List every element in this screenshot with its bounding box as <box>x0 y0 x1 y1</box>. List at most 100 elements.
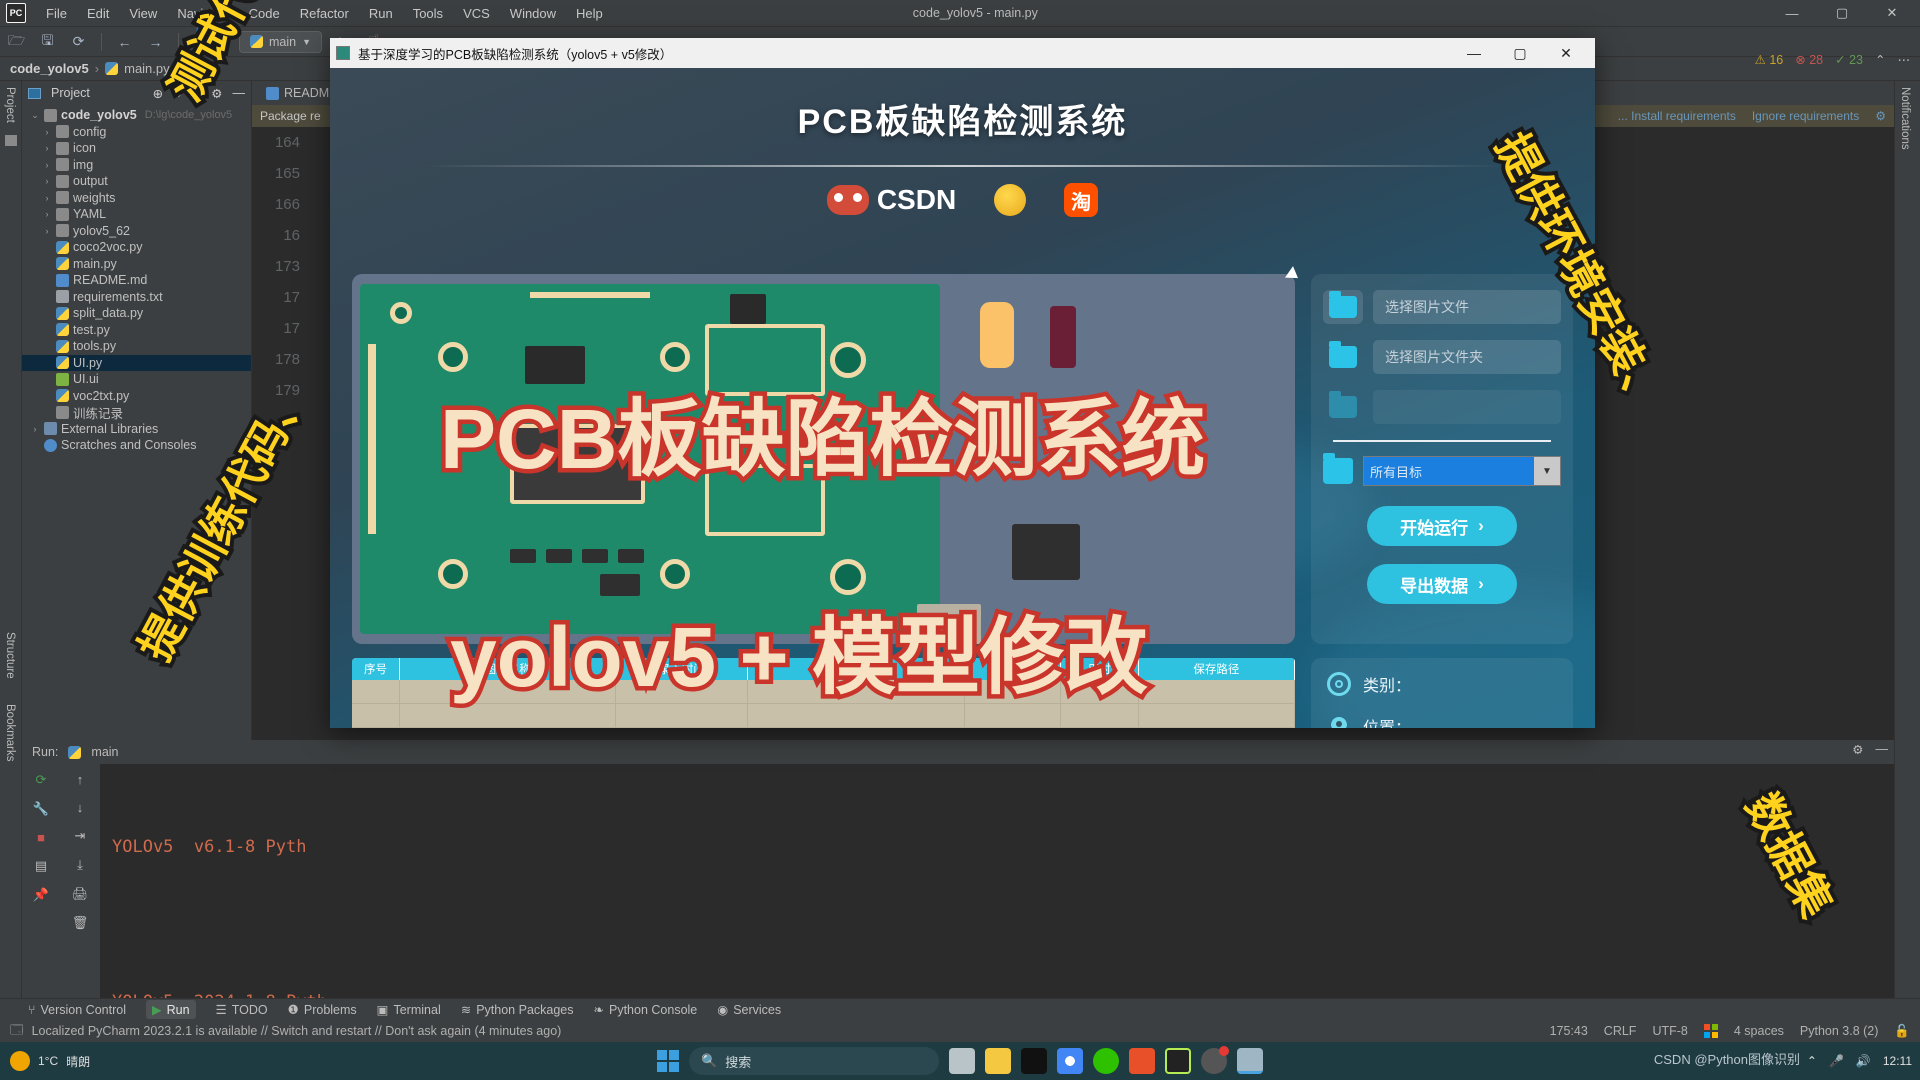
install-requirements-link[interactable]: ... Install requirements <box>1618 109 1736 123</box>
tree-item[interactable]: README.md <box>22 272 251 289</box>
interpreter-setting[interactable]: Python 3.8 (2) <box>1800 1024 1879 1038</box>
run-configuration-selector[interactable]: main ▼ <box>239 30 323 53</box>
target-filter-select[interactable]: 所有目标 ▼ <box>1363 456 1561 486</box>
tree-item[interactable]: requirements.txt <box>22 289 251 306</box>
run-panel-config[interactable]: main <box>91 745 118 759</box>
strip-bookmarks-label[interactable]: Bookmarks <box>0 698 20 768</box>
wechat-icon[interactable] <box>1093 1048 1119 1074</box>
start-run-button[interactable]: 开始运行 › <box>1367 506 1517 546</box>
menu-edit[interactable]: Edit <box>77 3 119 24</box>
extra-button[interactable] <box>1323 390 1363 424</box>
app-close-button[interactable]: ✕ <box>1543 38 1589 68</box>
app-maximize-button[interactable]: ▢ <box>1497 38 1543 68</box>
chevron-right-icon[interactable]: › <box>42 160 52 170</box>
tree-item[interactable]: coco2voc.py <box>22 239 251 256</box>
tree-item[interactable]: › YAML <box>22 206 251 223</box>
tool-version-control[interactable]: ⑂ Version Control <box>28 1003 126 1017</box>
notification-icon[interactable]: 🗔 <box>10 1021 24 1042</box>
tool-run[interactable]: ▶ Run <box>145 1000 196 1019</box>
chevron-down-icon[interactable]: ⌄ <box>30 110 40 121</box>
extra-input[interactable] <box>1373 390 1561 424</box>
tree-item[interactable]: test.py <box>22 322 251 339</box>
caret-position[interactable]: 175:43 <box>1550 1024 1588 1038</box>
file-explorer-icon[interactable] <box>985 1048 1011 1074</box>
down-icon[interactable]: ↓ <box>77 800 84 815</box>
windows-icon[interactable] <box>657 1050 679 1072</box>
save-icon[interactable]: 🖫 <box>39 32 56 50</box>
gear-icon[interactable]: ⚙ <box>1875 109 1886 123</box>
tree-item[interactable]: main.py <box>22 256 251 273</box>
image-folder-input[interactable]: 选择图片文件夹 <box>1373 340 1561 374</box>
sync-icon[interactable]: ⟳ <box>70 33 87 50</box>
tree-item[interactable]: › config <box>22 124 251 141</box>
menu-refactor[interactable]: Refactor <box>290 3 359 24</box>
back-icon[interactable]: ← <box>116 33 133 50</box>
tree-item[interactable]: › External Libraries <box>22 421 251 438</box>
menu-view[interactable]: View <box>119 3 167 24</box>
minimize-icon[interactable]: — <box>233 86 246 101</box>
chevron-right-icon[interactable]: › <box>42 226 52 236</box>
breadcrumb-project[interactable]: code_yolov5 <box>10 61 89 76</box>
stop-icon[interactable]: ■ <box>37 830 45 845</box>
chrome-icon[interactable] <box>1057 1048 1083 1074</box>
menu-run[interactable]: Run <box>359 3 403 24</box>
tool-terminal[interactable]: ▣ Terminal <box>377 1002 441 1018</box>
tool-problems[interactable]: ❶ Problems <box>288 1002 357 1018</box>
app-minimize-button[interactable]: — <box>1451 38 1497 68</box>
open-icon[interactable]: 🗁 <box>8 32 25 50</box>
rerun-icon[interactable]: ⟳ <box>36 772 47 788</box>
more-icon[interactable]: ⋯ <box>1898 52 1911 67</box>
wrench-icon[interactable]: 🔧 <box>33 801 49 817</box>
chevron-right-icon[interactable]: › <box>42 209 52 219</box>
tree-item[interactable]: Scratches and Consoles <box>22 437 251 454</box>
tree-item[interactable]: UI.py <box>22 354 251 371</box>
inspection-widget[interactable]: ⚠ 16 ⊗ 28 ✓ 23 ⌃ ⋯ <box>1755 52 1910 67</box>
weather-widget[interactable]: 1°C 晴朗 <box>10 1051 90 1071</box>
menu-file[interactable]: File <box>36 3 77 24</box>
tree-item[interactable]: voc2txt.py <box>22 388 251 405</box>
print-icon[interactable]: 🖨 <box>72 886 89 902</box>
ide-close-button[interactable]: ✕ <box>1874 5 1910 21</box>
clock-time[interactable]: 12:11 <box>1883 1054 1912 1068</box>
pycharm-icon[interactable] <box>1165 1048 1191 1074</box>
project-folder-icon[interactable] <box>4 134 17 146</box>
menu-vcs[interactable]: VCS <box>453 3 500 24</box>
layout-icon[interactable]: ▤ <box>35 858 47 874</box>
foxmail-icon[interactable] <box>1129 1048 1155 1074</box>
tree-item[interactable]: › yolov5_62 <box>22 223 251 240</box>
settings-icon[interactable]: ⚙ <box>1852 742 1863 757</box>
select-image-folder-button[interactable] <box>1323 340 1363 374</box>
strip-structure-label[interactable]: Structure <box>0 626 20 685</box>
line-separator[interactable]: CRLF <box>1604 1024 1637 1038</box>
tree-item[interactable]: tools.py <box>22 338 251 355</box>
chevron-right-icon[interactable]: › <box>42 127 52 137</box>
tool-python-packages[interactable]: ≋ Python Packages <box>461 1002 574 1018</box>
tree-item[interactable]: › img <box>22 157 251 174</box>
select-image-file-button[interactable] <box>1323 290 1363 324</box>
chevron-right-icon[interactable]: › <box>42 176 52 186</box>
up-icon[interactable]: ↑ <box>77 772 84 787</box>
chevron-up-icon[interactable]: ⌃ <box>1875 52 1885 67</box>
tree-item[interactable]: 训练记录 <box>22 404 251 421</box>
forward-icon[interactable]: → <box>147 33 164 50</box>
chevron-up-icon[interactable]: ⌃ <box>1807 1054 1817 1068</box>
menu-help[interactable]: Help <box>566 3 613 24</box>
chevron-right-icon[interactable]: › <box>42 143 52 153</box>
ide-minimize-button[interactable]: — <box>1774 6 1810 21</box>
tool-python-console[interactable]: ❧ Python Console <box>594 1002 698 1018</box>
status-message[interactable]: Localized PyCharm 2023.2.1 is available … <box>32 1024 562 1038</box>
soft-wrap-icon[interactable]: ⇥ <box>75 828 86 844</box>
ide-maximize-button[interactable]: ▢ <box>1824 5 1860 21</box>
project-file-tree[interactable]: ⌄ code_yolov5 D:\lg\code_yolov5 › config ›… <box>22 105 251 454</box>
sound-icon[interactable]: 🔊 <box>1856 1054 1871 1068</box>
taskview-icon[interactable] <box>949 1048 975 1074</box>
strip-notifications-label[interactable]: Notifications <box>1895 81 1915 156</box>
lock-icon[interactable]: 🔓 <box>1894 1024 1910 1039</box>
search-box[interactable]: 🔍 搜索 <box>689 1047 939 1075</box>
export-data-button[interactable]: 导出数据 › <box>1367 564 1517 604</box>
tree-item[interactable]: › icon <box>22 140 251 157</box>
chevron-down-icon[interactable]: ▼ <box>1534 457 1560 485</box>
strip-project-label[interactable]: Project <box>0 81 20 129</box>
menu-window[interactable]: Window <box>500 3 566 24</box>
hide-icon[interactable]: — <box>1876 742 1889 757</box>
